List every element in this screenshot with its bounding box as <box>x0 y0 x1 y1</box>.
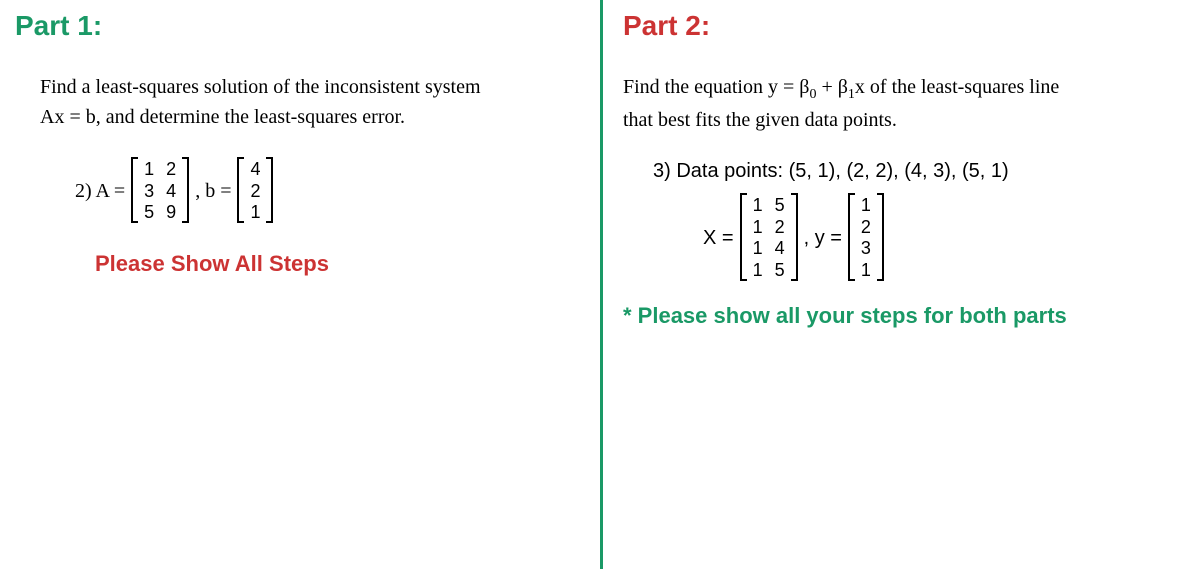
matrix-cell: 2 <box>774 217 786 239</box>
part1-title: Part 1: <box>15 10 585 42</box>
matrix-cell: 5 <box>774 195 786 217</box>
matrix-cell: 1 <box>752 238 764 260</box>
matrix-cell: 4 <box>165 181 177 203</box>
matrix-X: 15 12 14 15 <box>740 193 798 283</box>
matrix-cell: 1 <box>249 202 261 224</box>
matrix-cell: 3 <box>143 181 155 203</box>
part2-title: Part 2: <box>623 10 1185 42</box>
matrix-cell: 5 <box>143 202 155 224</box>
problem-number-label: 2) A = <box>75 180 125 203</box>
bracket-left-icon <box>848 193 856 281</box>
please-show-steps-label: Please Show All Steps <box>15 251 585 277</box>
matrix-cell: 1 <box>752 217 764 239</box>
instruction-text: + β <box>816 76 847 98</box>
instruction-text: x of the least-squares line <box>855 76 1059 98</box>
part2-instruction: Find the equation y = β0 + β1x of the le… <box>623 72 1185 135</box>
vector-y: 1 2 3 1 <box>848 193 884 283</box>
matrix-cell: 5 <box>774 260 786 282</box>
matrix-cell: 2 <box>860 217 872 239</box>
instruction-text: that best fits the given data points. <box>623 109 897 131</box>
matrix-cell: 9 <box>165 202 177 224</box>
vector-b: 4 2 1 <box>237 157 273 226</box>
instruction-text: Find the equation y = β <box>623 76 809 98</box>
matrix-cell: 4 <box>249 159 261 181</box>
bracket-right-icon <box>790 193 798 281</box>
bracket-left-icon <box>740 193 748 281</box>
data-points-text: Data points: (5, 1), (2, 2), (4, 3), (5,… <box>676 160 1008 182</box>
instruction-text: Ax = b, and determine the least-squares … <box>40 106 405 128</box>
part1-problem: 2) A = 12 34 59 , b = 4 2 1 <box>15 157 585 226</box>
matrix-cell: 2 <box>165 159 177 181</box>
subscript: 1 <box>848 87 855 102</box>
part2-column: Part 2: Find the equation y = β0 + β1x o… <box>600 0 1200 569</box>
bracket-left-icon <box>131 157 139 223</box>
instruction-text: Find a least-squares solution of the inc… <box>40 76 481 98</box>
y-equals-label: , y = <box>804 227 842 250</box>
matrix-cell: 2 <box>249 181 261 203</box>
bracket-left-icon <box>237 157 245 223</box>
part1-column: Part 1: Find a least-squares solution of… <box>0 0 600 569</box>
bracket-right-icon <box>876 193 884 281</box>
matrix-cell: 3 <box>860 238 872 260</box>
matrix-cell: 1 <box>860 260 872 282</box>
data-points-line: 3) Data points: (5, 1), (2, 2), (4, 3), … <box>623 160 1185 183</box>
b-equals-label: , b = <box>195 180 231 203</box>
matrix-cell: 1 <box>143 159 155 181</box>
matrix-cell: 1 <box>860 195 872 217</box>
matrix-A: 12 34 59 <box>131 157 189 226</box>
matrix-cell: 1 <box>752 260 764 282</box>
matrix-cell: 1 <box>752 195 764 217</box>
part2-matrices: X = 15 12 14 15 , y = 1 2 3 1 <box>623 193 1185 283</box>
x-equals-label: X = <box>703 227 734 250</box>
bracket-right-icon <box>265 157 273 223</box>
please-show-steps-both-label: * Please show all your steps for both pa… <box>623 303 1185 329</box>
matrix-cell: 4 <box>774 238 786 260</box>
part1-instruction: Find a least-squares solution of the inc… <box>15 72 585 132</box>
bracket-right-icon <box>181 157 189 223</box>
problem-number-label: 3) <box>653 160 671 182</box>
